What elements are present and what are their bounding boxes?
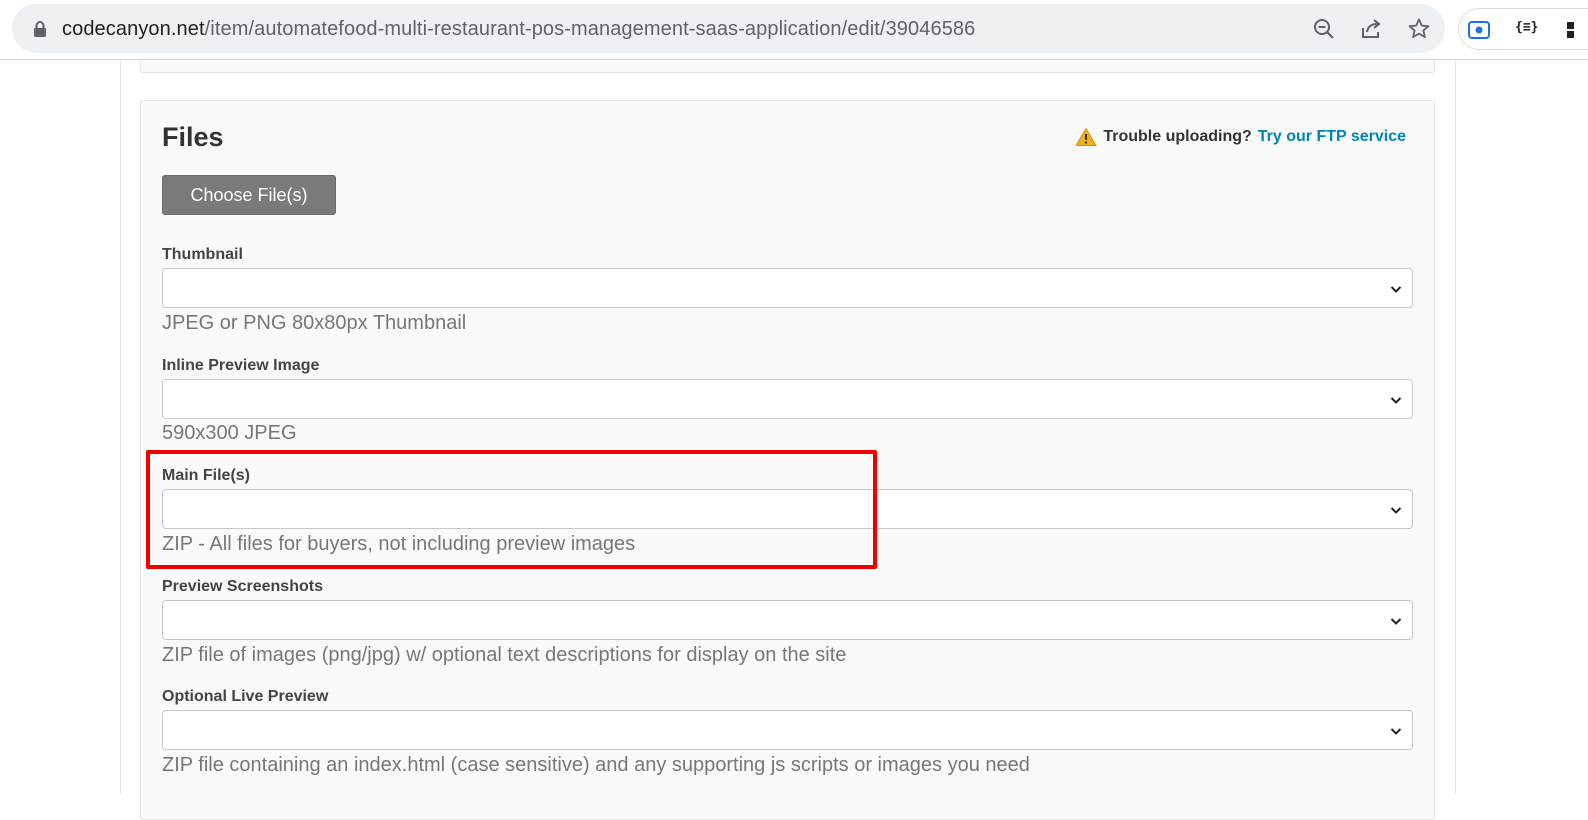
thumbnail-label: Thumbnail: [162, 246, 243, 263]
optional-live-preview-hint: ZIP file containing an index.html (case …: [162, 754, 1030, 776]
preview-screenshots-hint: ZIP file of images (png/jpg) w/ optional…: [162, 644, 847, 666]
address-bar[interactable]: codecanyon.net/item/automatefood-multi-r…: [12, 4, 1445, 53]
trouble-text: Trouble uploading?: [1103, 128, 1252, 145]
url-path: /item/automatefood-multi-restaurant-pos-…: [204, 18, 976, 40]
previous-panel: [140, 60, 1435, 73]
thumbnail-hint: JPEG or PNG 80x80px Thumbnail: [162, 312, 467, 334]
main-files-hint: ZIP - All files for buyers, not includin…: [162, 533, 636, 555]
chevron-down-icon: [1390, 286, 1402, 293]
preview-screenshots-select[interactable]: [162, 600, 1413, 640]
chevron-down-icon: [1390, 397, 1402, 404]
json-extension-icon[interactable]: {≡}: [1515, 20, 1538, 35]
zoom-out-icon[interactable]: [1312, 17, 1336, 41]
warning-icon: [1075, 128, 1097, 146]
inline-preview-image-select[interactable]: [162, 379, 1413, 419]
thumbnail-select[interactable]: [162, 268, 1413, 308]
files-title: Files: [162, 122, 224, 152]
inline-preview-image-label: Inline Preview Image: [162, 357, 320, 374]
main-files-select[interactable]: [162, 489, 1413, 529]
url-host: codecanyon.net: [62, 18, 205, 40]
screen-record-icon[interactable]: [1467, 18, 1491, 42]
puzzle-icon[interactable]: [1563, 18, 1587, 42]
trouble-uploading-notice: Trouble uploading? Try our FTP service: [1075, 127, 1406, 147]
lock-icon[interactable]: [32, 20, 48, 38]
optional-live-preview-select[interactable]: [162, 710, 1413, 750]
inline-preview-image-hint: 590x300 JPEG: [162, 422, 297, 444]
star-icon[interactable]: [1407, 17, 1431, 41]
choose-files-button[interactable]: Choose File(s): [162, 175, 336, 215]
share-icon[interactable]: [1359, 17, 1383, 41]
chevron-down-icon: [1390, 728, 1402, 735]
chevron-down-icon: [1390, 507, 1402, 514]
chevron-down-icon: [1390, 618, 1402, 625]
url-text[interactable]: codecanyon.net/item/automatefood-multi-r…: [62, 18, 975, 41]
main-files-label: Main File(s): [162, 467, 251, 484]
extensions-area: {≡}: [1458, 8, 1588, 50]
browser-toolbar: codecanyon.net/item/automatefood-multi-r…: [0, 0, 1588, 60]
preview-screenshots-label: Preview Screenshots: [162, 578, 323, 595]
ftp-service-link[interactable]: Try our FTP service: [1258, 128, 1406, 146]
optional-live-preview-label: Optional Live Preview: [162, 688, 329, 705]
